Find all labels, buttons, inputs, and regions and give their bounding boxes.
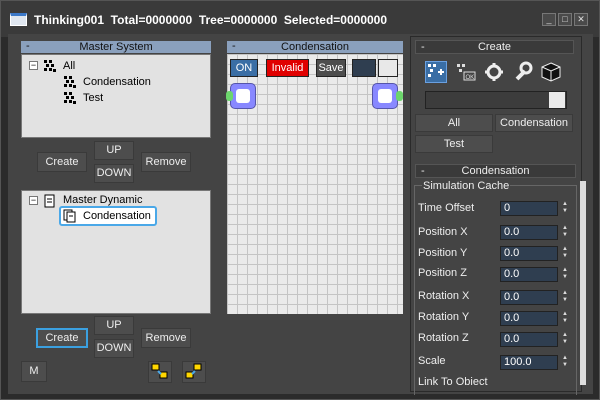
create-rollout-title: Create: [477, 41, 512, 53]
position-x-label: Position X: [418, 226, 468, 238]
tool-settings[interactable]: [483, 61, 505, 83]
title-bar[interactable]: Thinking001 Total=0000000 Tree=0000000 S…: [1, 1, 599, 37]
tree-item-all[interactable]: All: [63, 60, 75, 72]
master-system-header[interactable]: - Master System: [21, 40, 211, 53]
graph-node-input[interactable]: [226, 83, 256, 109]
dynamic-create-button[interactable]: Create: [36, 328, 88, 348]
dynamic-remove-button[interactable]: Remove: [141, 328, 191, 348]
position-x-field[interactable]: 0.0: [500, 225, 558, 240]
system-create-button[interactable]: Create: [37, 152, 87, 172]
on-toggle[interactable]: ON: [230, 59, 258, 77]
tool-add-node[interactable]: [425, 61, 447, 83]
position-z-spinner[interactable]: ▲ ▼: [560, 267, 570, 282]
condensation-editor-title: Condensation: [281, 41, 349, 53]
position-z-field[interactable]: 0.0: [500, 267, 558, 282]
dynamic-down-button[interactable]: DOWN: [94, 339, 134, 358]
rotation-y-label: Rotation Y: [418, 311, 470, 323]
selected-tree-item[interactable]: Condensation: [59, 206, 157, 226]
maximize-button[interactable]: □: [558, 13, 572, 26]
rotation-x-field[interactable]: 0.0: [500, 290, 558, 305]
scale-spinner[interactable]: ▲ ▼: [560, 355, 570, 370]
system-down-button[interactable]: DOWN: [94, 164, 134, 183]
master-system-tree[interactable]: − All Condensation Test: [21, 54, 211, 138]
name-field[interactable]: [425, 91, 567, 109]
condensation-rollout-header[interactable]: - Condensation: [415, 164, 576, 178]
filter-condensation-button[interactable]: Condensation: [495, 114, 573, 132]
collapse-toggle[interactable]: −: [29, 61, 38, 70]
tree-item-condensation[interactable]: Condensation: [83, 76, 151, 88]
document-stack-icon: [63, 209, 76, 223]
rotation-z-label: Rotation Z: [418, 332, 469, 344]
system-up-button[interactable]: UP: [94, 141, 134, 160]
particle-group-icon: [64, 76, 76, 88]
condensation-rollout-title: Condensation: [461, 165, 530, 177]
system-remove-button[interactable]: Remove: [141, 152, 191, 172]
rotation-z-field[interactable]: 0.0: [500, 332, 558, 347]
window-title: Thinking001 Total=0000000 Tree=0000000 S…: [34, 13, 388, 27]
color-swatch-light[interactable]: [378, 59, 398, 77]
rotation-y-field[interactable]: 0.0: [500, 311, 558, 326]
export-node-icon: [185, 363, 202, 379]
create-rollout-header[interactable]: - Create: [415, 40, 574, 54]
simulation-cache-label: Simulation Cache: [422, 180, 511, 192]
time-offset-field[interactable]: 0: [500, 201, 558, 216]
import-node-icon: [151, 363, 168, 379]
link-to-object-label: Link To Object: [418, 376, 488, 385]
rotation-y-spinner[interactable]: ▲ ▼: [560, 311, 570, 326]
position-z-label: Position Z: [418, 267, 467, 279]
time-offset-spinner[interactable]: ▲ ▼: [560, 201, 570, 216]
condensation-editor-header[interactable]: - Condensation: [227, 40, 403, 53]
tool-ok-node[interactable]: OK: [455, 61, 477, 83]
tree-item-master-dynamic[interactable]: Master Dynamic: [63, 194, 142, 206]
collapse-toggle[interactable]: −: [29, 196, 38, 205]
tool-utilities[interactable]: [511, 61, 533, 83]
particle-group-icon: [64, 92, 76, 104]
position-x-spinner[interactable]: ▲ ▼: [560, 225, 570, 240]
dynamic-up-button[interactable]: UP: [94, 316, 134, 335]
close-button[interactable]: ✕: [574, 13, 588, 26]
filter-all-button[interactable]: All: [415, 114, 493, 132]
filter-test-button[interactable]: Test: [415, 135, 493, 153]
rotation-z-spinner[interactable]: ▲ ▼: [560, 332, 570, 347]
color-swatch-dark[interactable]: [352, 59, 376, 77]
rotation-x-spinner[interactable]: ▲ ▼: [560, 290, 570, 305]
m-button[interactable]: M: [21, 361, 47, 382]
master-system-title: Master System: [79, 41, 153, 53]
document-icon: [44, 194, 55, 208]
export-node-button[interactable]: [182, 361, 206, 383]
node-port[interactable]: [396, 91, 403, 101]
master-dynamic-tree[interactable]: − Master Dynamic Condensation: [21, 190, 211, 314]
command-panel-scrollbar[interactable]: [580, 181, 586, 385]
tree-item-test[interactable]: Test: [83, 92, 103, 104]
ok-node-icon: OK: [457, 64, 476, 81]
tool-object[interactable]: [540, 61, 562, 83]
save-button[interactable]: Save: [316, 59, 346, 77]
add-node-icon: [428, 64, 444, 77]
name-color-swatch[interactable]: [549, 92, 565, 108]
minimize-button[interactable]: _: [542, 13, 556, 26]
position-y-spinner[interactable]: ▲ ▼: [560, 246, 570, 261]
position-y-label: Position Y: [418, 247, 468, 259]
app-window: Thinking001 Total=0000000 Tree=0000000 S…: [0, 0, 600, 400]
position-y-field[interactable]: 0.0: [500, 246, 558, 261]
invalid-status[interactable]: Invalid: [266, 59, 309, 77]
tree-item-condensation: Condensation: [83, 210, 151, 222]
rotation-x-label: Rotation X: [418, 290, 470, 302]
cube-icon: [541, 62, 561, 82]
scale-field[interactable]: 100.0: [500, 355, 558, 370]
scale-label: Scale: [418, 355, 446, 367]
svg-text:OK: OK: [466, 75, 475, 81]
wrench-icon: [515, 61, 533, 81]
time-offset-label: Time Offset: [418, 202, 475, 214]
window-icon: [10, 13, 27, 26]
graph-node-output[interactable]: [372, 83, 403, 109]
node-port[interactable]: [226, 91, 233, 101]
particle-group-icon: [44, 60, 56, 72]
gear-icon: [485, 63, 503, 81]
import-node-button[interactable]: [148, 361, 172, 383]
